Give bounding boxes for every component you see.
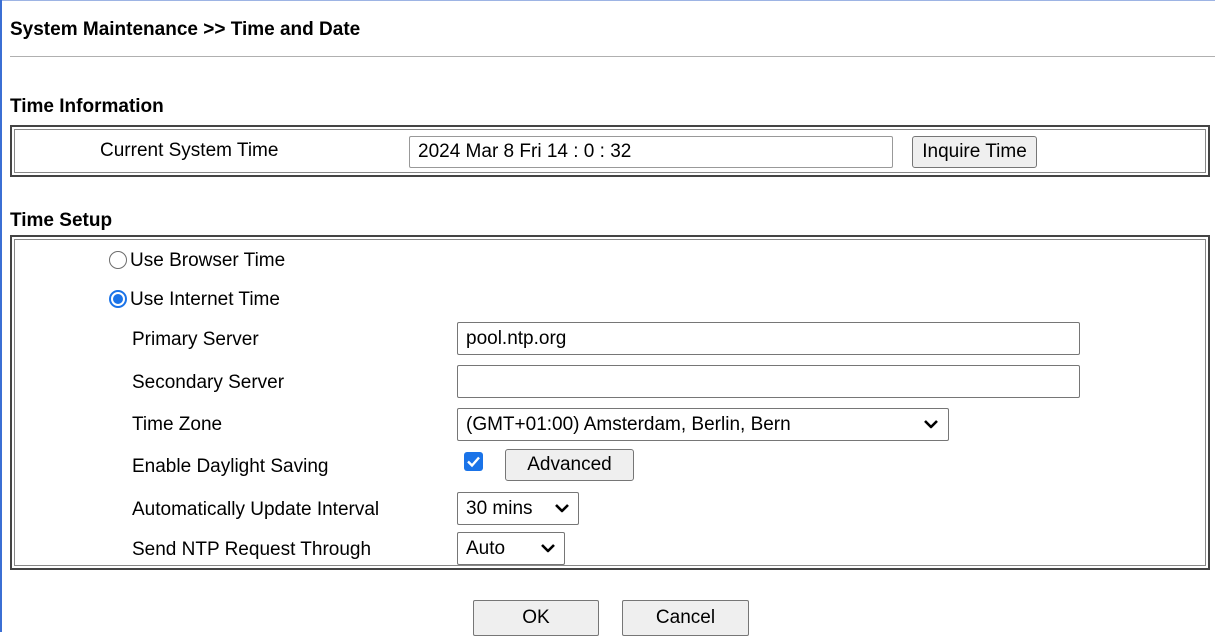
update-interval-selected-value: 30 mins bbox=[466, 498, 533, 519]
use-browser-time-radio[interactable] bbox=[109, 251, 127, 269]
time-information-heading: Time Information bbox=[10, 96, 164, 117]
page-title: System Maintenance >> Time and Date bbox=[10, 19, 361, 40]
ntp-request-select[interactable]: Auto bbox=[457, 532, 565, 565]
chevron-down-icon bbox=[555, 504, 569, 513]
frame-top-edge bbox=[0, 0, 1215, 1]
primary-server-input[interactable] bbox=[457, 322, 1080, 355]
current-system-time-field: 2024 Mar 8 Fri 14 : 0 : 32 bbox=[409, 136, 893, 168]
cancel-button[interactable]: Cancel bbox=[622, 600, 749, 636]
update-interval-label: Automatically Update Interval bbox=[132, 499, 380, 520]
daylight-saving-checkbox[interactable] bbox=[464, 452, 483, 471]
inquire-time-button[interactable]: Inquire Time bbox=[912, 136, 1037, 168]
secondary-server-label: Secondary Server bbox=[132, 372, 285, 393]
ntp-request-label: Send NTP Request Through bbox=[132, 539, 372, 560]
time-setup-panel: Use Browser Time Use Internet Time Prima… bbox=[10, 235, 1210, 570]
current-system-time-label: Current System Time bbox=[100, 140, 279, 161]
use-internet-time-radio[interactable] bbox=[109, 290, 127, 308]
use-browser-time-label[interactable]: Use Browser Time bbox=[130, 250, 285, 272]
update-interval-select[interactable]: 30 mins bbox=[457, 492, 579, 525]
time-zone-label: Time Zone bbox=[132, 414, 223, 435]
title-divider bbox=[10, 56, 1215, 57]
use-internet-time-label[interactable]: Use Internet Time bbox=[130, 289, 280, 311]
chevron-down-icon bbox=[924, 420, 938, 429]
ok-button[interactable]: OK bbox=[473, 600, 599, 636]
primary-server-label: Primary Server bbox=[132, 329, 259, 350]
time-zone-selected-value: (GMT+01:00) Amsterdam, Berlin, Bern bbox=[466, 414, 791, 435]
radio-selected-dot bbox=[113, 294, 123, 304]
time-information-panel: Current System Time 2024 Mar 8 Fri 14 : … bbox=[10, 125, 1210, 177]
chevron-down-icon bbox=[541, 544, 555, 553]
ntp-request-selected-value: Auto bbox=[466, 538, 506, 559]
frame-left-edge bbox=[0, 0, 2, 632]
time-zone-select[interactable]: (GMT+01:00) Amsterdam, Berlin, Bern bbox=[457, 408, 949, 441]
checkmark-icon bbox=[467, 456, 480, 468]
advanced-button[interactable]: Advanced bbox=[505, 449, 634, 481]
daylight-saving-label: Enable Daylight Saving bbox=[132, 456, 329, 477]
time-setup-heading: Time Setup bbox=[10, 210, 113, 231]
secondary-server-input[interactable] bbox=[457, 365, 1080, 398]
